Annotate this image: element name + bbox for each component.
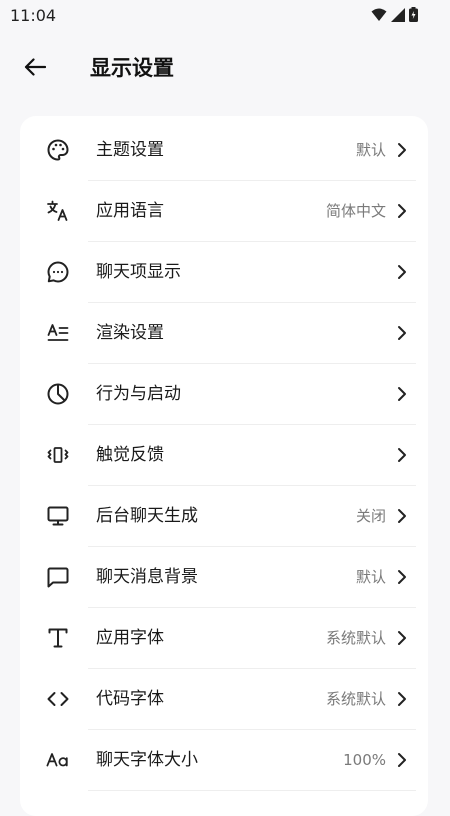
settings-item-label: 应用字体 <box>96 628 164 648</box>
text-format-icon <box>46 321 70 345</box>
settings-item-haptics[interactable]: 触觉反馈 <box>20 424 428 485</box>
wifi-icon <box>371 8 387 22</box>
settings-item-value: 系统默认 <box>325 690 386 708</box>
chevron-right-icon <box>396 140 408 160</box>
app-bar: 显示设置 <box>0 40 450 96</box>
settings-item-value: 默认 <box>355 568 386 586</box>
palette-icon <box>46 138 70 162</box>
settings-item-value: 100% <box>343 751 386 769</box>
settings-item-app-font[interactable]: 应用字体 系统默认 <box>20 607 428 668</box>
settings-list: 主题设置 默认 应用语言 简体中文 聊天项显示 渲染设置 行为与启动 触觉反馈 … <box>20 116 428 816</box>
settings-item-theme[interactable]: 主题设置 默认 <box>20 119 428 180</box>
settings-item-code-font[interactable]: 代码字体 系统默认 <box>20 668 428 729</box>
chevron-right-icon <box>396 750 408 770</box>
settings-item-label: 应用语言 <box>96 201 164 221</box>
settings-item-language[interactable]: 应用语言 简体中文 <box>20 180 428 241</box>
settings-item-value: 系统默认 <box>325 629 386 647</box>
chevron-right-icon <box>396 506 408 526</box>
settings-item-label: 聊天消息背景 <box>96 567 198 587</box>
settings-item-label: 主题设置 <box>96 140 164 160</box>
back-button[interactable] <box>20 52 50 82</box>
font-size-icon <box>46 748 70 772</box>
chat-bubble-dots-icon <box>46 260 70 284</box>
settings-item-value: 关闭 <box>355 507 386 525</box>
chevron-right-icon <box>396 384 408 404</box>
settings-item-label: 聊天项显示 <box>96 262 181 282</box>
font-t-icon <box>46 626 70 650</box>
chevron-right-icon <box>396 689 408 709</box>
chat-bubble-icon <box>46 565 70 589</box>
settings-item-label: 行为与启动 <box>96 384 181 404</box>
code-icon <box>46 687 70 711</box>
settings-item-chat-font-size[interactable]: 聊天字体大小 100% <box>20 729 428 790</box>
settings-item-behavior[interactable]: 行为与启动 <box>20 363 428 424</box>
status-time: 11:04 <box>10 6 57 25</box>
status-bar: 11:04 <box>0 0 450 32</box>
settings-item-label: 聊天字体大小 <box>96 750 198 770</box>
chevron-right-icon <box>396 445 408 465</box>
settings-item-chat-display[interactable]: 聊天项显示 <box>20 241 428 302</box>
chevron-right-icon <box>396 323 408 343</box>
chevron-right-icon <box>396 201 408 221</box>
settings-item-label: 触觉反馈 <box>96 445 164 465</box>
chevron-right-icon <box>396 262 408 282</box>
status-icons <box>371 7 418 22</box>
monitor-icon <box>46 504 70 528</box>
settings-item-value: 默认 <box>355 141 386 159</box>
settings-item-rendering[interactable]: 渲染设置 <box>20 302 428 363</box>
settings-item-label: 渲染设置 <box>96 323 164 343</box>
settings-item-label: 后台聊天生成 <box>96 506 198 526</box>
cellular-signal-icon <box>391 7 405 22</box>
divider <box>88 790 416 791</box>
arrow-left-icon <box>24 58 46 76</box>
settings-item-message-background[interactable]: 聊天消息背景 默认 <box>20 546 428 607</box>
vibration-icon <box>46 443 70 467</box>
settings-item-value: 简体中文 <box>325 202 386 220</box>
settings-item-label: 代码字体 <box>96 689 164 709</box>
battery-icon <box>409 7 418 22</box>
settings-item-background-generation[interactable]: 后台聊天生成 关闭 <box>20 485 428 546</box>
translate-icon <box>46 199 70 223</box>
page-title: 显示设置 <box>90 56 174 80</box>
pie-chart-icon <box>46 382 70 406</box>
chevron-right-icon <box>396 567 408 587</box>
chevron-right-icon <box>396 628 408 648</box>
